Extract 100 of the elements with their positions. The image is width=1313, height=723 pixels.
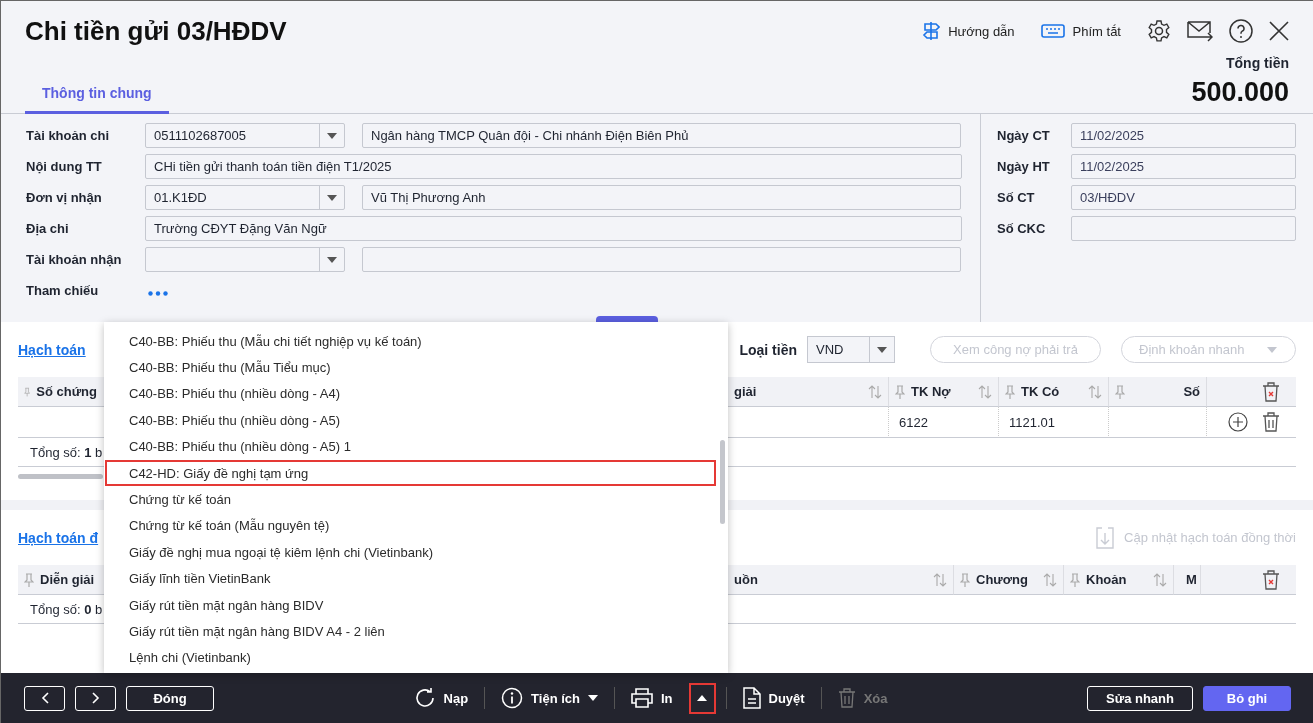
field-label: Tài khoản chi xyxy=(26,128,111,143)
info-icon xyxy=(501,687,524,709)
section-link[interactable]: Hạch toán đ xyxy=(18,529,99,546)
input-field[interactable]: 03/HĐDV xyxy=(1071,185,1296,210)
caret-icon xyxy=(877,346,887,353)
keyboard-icon xyxy=(1040,24,1065,38)
field-label: Ngày CT xyxy=(997,128,1051,143)
menu-item[interactable]: C40-BB: Phiếu thu (nhiều dòng - A4) xyxy=(105,380,716,408)
pin-icon xyxy=(24,572,34,587)
input-field[interactable]: Vũ Thị Phương Anh xyxy=(362,185,961,210)
delete-icon[interactable] xyxy=(1262,412,1280,432)
input-field[interactable]: 11/02/2025 xyxy=(1071,123,1296,148)
next-button[interactable] xyxy=(75,685,116,711)
field-label: Tham chiếu xyxy=(26,283,100,298)
settings-icon[interactable] xyxy=(1147,19,1171,43)
column-header: giải xyxy=(734,384,758,399)
menu-item[interactable]: Giấy đề nghị mua ngoại tệ kiêm lệnh chi (Vietinbank) xyxy=(105,539,716,566)
menu-item[interactable]: C40-BB: Phiếu thu (Mẫu Tiểu mục) xyxy=(105,354,716,381)
document-icon xyxy=(742,687,761,709)
reload-button[interactable]: Nạp xyxy=(407,687,475,709)
column-header: Số chứng xyxy=(36,384,97,399)
help-icon[interactable] xyxy=(1229,19,1253,43)
quick-edit-button[interactable]: Sửa nhanh xyxy=(1087,685,1193,711)
pin-icon xyxy=(1070,572,1080,587)
field-label: Địa chi xyxy=(26,221,70,236)
total-label: Tổng tiền xyxy=(1226,55,1289,71)
column-header: Số xyxy=(1182,384,1200,399)
previous-button[interactable] xyxy=(24,685,65,711)
window-title: Chi tiền gửi 03/HĐDV xyxy=(25,16,287,47)
caret-icon xyxy=(587,695,598,701)
caret-icon xyxy=(327,256,337,263)
mail-icon[interactable] xyxy=(1187,19,1213,43)
row-count: Tổng số: 1 b xyxy=(30,444,103,460)
field-label: Tài khoản nhận xyxy=(26,252,123,267)
menu-item[interactable]: C40-BB: Phiếu thu (nhiều dòng - A5) 1 xyxy=(105,433,716,460)
menu-item[interactable]: Giấy rút tiền mặt ngân hàng BIDV A4 - 2 liên xyxy=(105,618,716,645)
approve-button[interactable]: Duyệt xyxy=(736,687,811,709)
import-icon xyxy=(1096,526,1115,549)
menu-item[interactable]: C42-HD: Giấy đề nghị tạm ứng xyxy=(105,459,716,487)
pin-icon xyxy=(895,384,905,399)
caret-icon xyxy=(1266,346,1277,353)
signpost-icon xyxy=(922,21,941,41)
delete-all-icon[interactable] xyxy=(1262,381,1280,402)
menu-item[interactable]: Chứng từ kế toán xyxy=(105,486,716,513)
printer-icon xyxy=(630,688,653,708)
pin-icon xyxy=(960,572,970,587)
column-header: Diễn giải xyxy=(40,572,96,587)
pin-icon xyxy=(1115,384,1125,399)
input-field[interactable] xyxy=(362,247,961,272)
pin-icon xyxy=(1005,384,1015,399)
caret-icon xyxy=(327,194,337,201)
guide-button[interactable]: Hướng dẫn xyxy=(922,21,1015,41)
print-button[interactable]: In xyxy=(624,688,679,708)
combo-box[interactable]: 01.K1ĐD xyxy=(145,185,345,210)
delete-all-icon[interactable] xyxy=(1262,569,1280,590)
table-cell: 1121.01 xyxy=(998,407,1108,438)
chevron-icon xyxy=(91,692,100,704)
menu-item[interactable]: Giấy rút tiền mặt ngân hàng BIDV xyxy=(105,591,716,619)
close-icon[interactable] xyxy=(1269,21,1289,41)
column-header: Khoản xyxy=(1086,572,1128,587)
scrollbar[interactable] xyxy=(720,440,725,524)
input-field[interactable]: Ngân hàng TMCP Quân đội - Chi nhánh Điện Biên Phủ xyxy=(362,123,961,148)
field-label: Nội dung TT xyxy=(26,159,103,174)
currency-label: Loại tiền xyxy=(739,341,797,358)
chevron-icon xyxy=(40,692,49,704)
input-field[interactable]: CHi tiền gửi thanh toán tiền điện T1/2025 xyxy=(145,154,962,179)
add-icon[interactable] xyxy=(1228,412,1248,432)
column-header: uồn xyxy=(734,572,759,587)
menu-item[interactable]: C40-BB: Phiếu thu (Mẫu chi tiết nghiệp vụ kế toán) xyxy=(105,328,716,355)
reload-icon xyxy=(413,687,436,709)
field-label: Số CT xyxy=(997,190,1036,205)
currency-select[interactable]: VND xyxy=(807,336,895,363)
menu-item[interactable]: C40-BB: Phiếu thu (nhiều dòng - A5) xyxy=(105,407,716,434)
caret-icon xyxy=(327,132,337,139)
row-count: Tổng số: 0 b xyxy=(30,601,103,617)
caret-up-icon xyxy=(697,695,708,701)
table-cell: 6122 xyxy=(888,407,998,438)
column-header: Chương xyxy=(976,572,1029,587)
tab[interactable]: Thông tin chung xyxy=(25,85,169,114)
field-label: Đơn vị nhận xyxy=(26,190,103,205)
shortcuts-button[interactable]: Phím tắt xyxy=(1040,23,1121,39)
unpost-button[interactable]: Bỏ ghi xyxy=(1203,685,1291,711)
column-header: TK Có xyxy=(1021,384,1061,399)
total-value: 500.000 xyxy=(1191,77,1289,108)
section-link[interactable]: Hạch toán xyxy=(18,341,86,358)
input-field[interactable] xyxy=(1071,216,1296,241)
menu-item[interactable]: Lệnh chi (Vietinbank) xyxy=(105,644,716,672)
field-label: Ngày HT xyxy=(997,159,1051,174)
close-button[interactable]: Đóng xyxy=(126,685,214,711)
combo-box[interactable]: 0511102687005 xyxy=(145,123,345,148)
menu-item[interactable]: Giấy lĩnh tiền VietinBank xyxy=(105,565,716,592)
column-header: M xyxy=(1186,572,1197,587)
input-field[interactable]: Trường CĐYT Đặng Văn Ngữ xyxy=(145,216,962,241)
more-icon xyxy=(148,291,168,296)
utilities-button[interactable]: Tiện ích xyxy=(495,687,604,709)
print-options-button[interactable] xyxy=(688,682,716,714)
column-header: TK Nợ xyxy=(911,384,952,399)
input-field[interactable]: 11/02/2025 xyxy=(1071,154,1296,179)
menu-item[interactable]: Chứng từ kế toán (Mẫu nguyên tệ) xyxy=(105,512,716,540)
field-label: Số CKC xyxy=(997,221,1047,236)
